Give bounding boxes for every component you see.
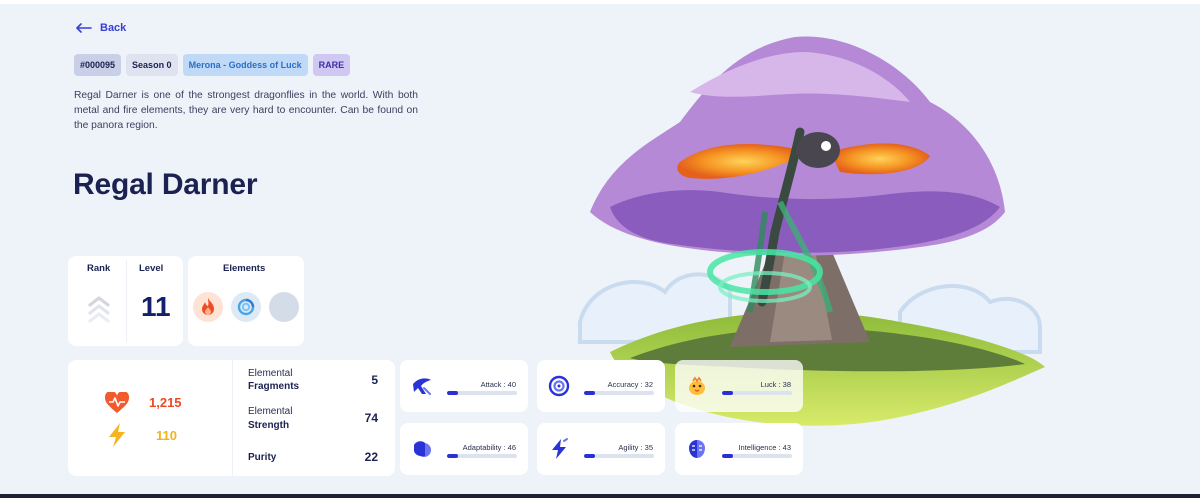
bottom-strip (0, 494, 1200, 498)
id-tag: #000095 (74, 54, 122, 76)
attribute-card-accuracy: Accuracy : 32 (537, 360, 665, 412)
arrow-left-icon (76, 23, 92, 33)
level-label: Level (139, 263, 164, 274)
luck-icon (685, 374, 709, 398)
attack-icon (410, 374, 434, 398)
empty-element-slot (269, 292, 299, 322)
strength-label-line2: Strength (248, 420, 290, 431)
elements-label: Elements (223, 263, 266, 274)
top-strip (0, 0, 1200, 4)
attribute-bar (447, 454, 517, 458)
purity-value: 22 (364, 450, 378, 464)
heart-icon (104, 390, 130, 419)
fire-element-icon (193, 292, 223, 322)
attribute-label: Luck : 38 (760, 380, 791, 389)
strength-value: 74 (364, 411, 378, 425)
stats-divider (232, 360, 233, 476)
back-button[interactable]: Back (76, 22, 126, 34)
attribute-bar-fill (722, 454, 734, 458)
attribute-label: Adaptability : 46 (462, 443, 516, 452)
attribute-label: Agility : 35 (618, 443, 653, 452)
health-value: 1,215 (149, 395, 182, 410)
attribute-card-agility: Agility : 35 (537, 423, 665, 475)
accuracy-icon (547, 374, 571, 398)
creature-name: Regal Darner (73, 168, 258, 201)
rarity-tag: RARE (312, 54, 351, 76)
rank-chevron-icon (88, 294, 110, 329)
back-label: Back (100, 22, 127, 34)
intelligence-icon (685, 437, 709, 461)
energy-bolt-icon (105, 422, 129, 453)
attribute-card-adaptability: Adaptability : 46 (400, 423, 528, 475)
attribute-bar (447, 391, 517, 395)
goddess-tag: Merona - Goddess of Luck (182, 54, 308, 76)
strength-label-line1: Elemental (248, 406, 293, 417)
level-value: 11 (141, 291, 171, 322)
purity-label: Purity (248, 452, 277, 463)
attribute-bar (584, 391, 654, 395)
attribute-bar-fill (722, 391, 734, 395)
tag-row: #000095 Season 0 Merona - Goddess of Luc… (74, 54, 351, 76)
energy-value: 110 (156, 428, 177, 443)
creature-description: Regal Darner is one of the strongest dra… (74, 90, 418, 131)
fragments-label-line1: Elemental (248, 368, 293, 379)
attribute-card-attack: Attack : 40 (400, 360, 528, 412)
attribute-bar-fill (447, 454, 459, 458)
water-element-icon (231, 292, 261, 322)
attribute-label: Intelligence : 43 (738, 443, 791, 452)
fragments-value: 5 (371, 373, 378, 387)
attribute-label: Attack : 40 (480, 380, 516, 389)
agility-icon (547, 437, 571, 461)
attribute-bar (722, 454, 792, 458)
attribute-bar-fill (447, 391, 459, 395)
attribute-card-luck: Luck : 38 (675, 360, 803, 412)
attribute-label: Accuracy : 32 (607, 380, 653, 389)
adaptability-icon (410, 437, 434, 461)
fragments-label-line2: Fragments (248, 381, 300, 392)
attribute-card-intelligence: Intelligence : 43 (675, 423, 803, 475)
attribute-bar (722, 391, 792, 395)
attribute-bar (584, 454, 654, 458)
season-tag: Season 0 (126, 54, 178, 76)
rank-label: Rank (87, 263, 111, 274)
attribute-bar-fill (584, 391, 596, 395)
card-divider (126, 260, 127, 342)
attribute-bar-fill (584, 454, 596, 458)
